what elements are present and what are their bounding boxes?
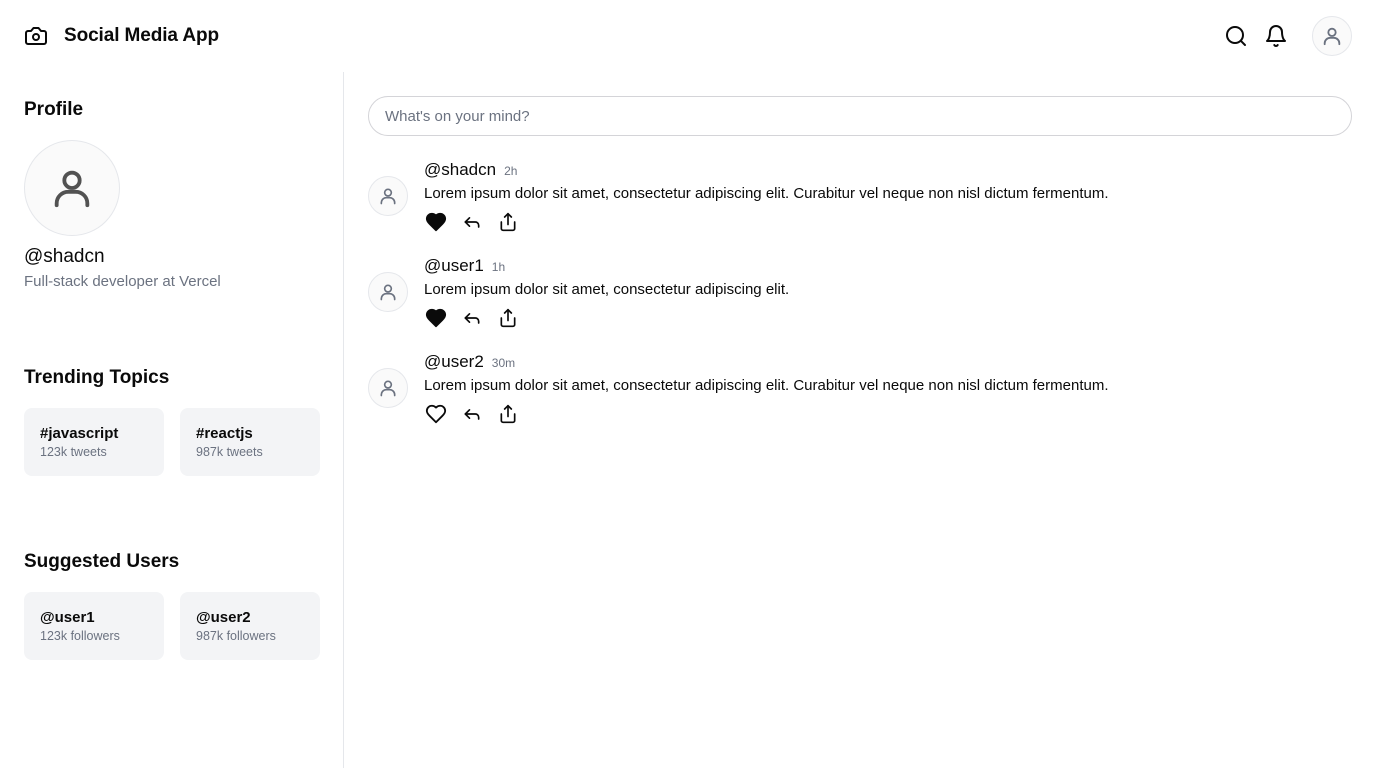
reply-icon[interactable] xyxy=(460,306,484,330)
post-handle[interactable]: @user1 xyxy=(424,256,484,276)
share-icon[interactable] xyxy=(496,402,520,426)
main-feed: @shadcn 2h Lorem ipsum dolor sit amet, c… xyxy=(344,72,1376,768)
post-text: Lorem ipsum dolor sit amet, consectetur … xyxy=(424,377,1109,394)
post-header: @shadcn 2h xyxy=(424,160,1109,184)
post-time: 2h xyxy=(504,164,518,178)
post-handle[interactable]: @user2 xyxy=(424,352,484,372)
share-icon[interactable] xyxy=(496,306,520,330)
user-icon xyxy=(54,170,90,208)
trending-topic-card[interactable]: #reactjs 987k tweets xyxy=(180,408,320,476)
trending-tag: #reactjs xyxy=(196,425,253,442)
post-handle[interactable]: @shadcn xyxy=(424,160,496,180)
sidebar: Profile @shadcn Full-stack developer at … xyxy=(0,72,344,768)
post-header: @user1 1h xyxy=(424,256,789,280)
suggested-user-handle: @user2 xyxy=(196,609,251,626)
header-actions xyxy=(1224,16,1352,56)
share-icon[interactable] xyxy=(496,210,520,234)
suggested-user-followers: 123k followers xyxy=(40,629,120,643)
suggested-heading: Suggested Users xyxy=(24,551,180,572)
suggested-user-followers: 987k followers xyxy=(196,629,276,643)
user-icon xyxy=(380,188,396,205)
profile-heading: Profile xyxy=(24,99,84,120)
post-body: @user1 1h Lorem ipsum dolor sit amet, co… xyxy=(424,256,789,352)
user-icon xyxy=(380,284,396,301)
post-text: Lorem ipsum dolor sit amet, consectetur … xyxy=(424,185,1109,202)
post-body: @user2 30m Lorem ipsum dolor sit amet, c… xyxy=(424,352,1109,448)
post-header: @user2 30m xyxy=(424,352,1109,376)
user-avatar-icon xyxy=(1323,27,1341,46)
post-actions xyxy=(424,306,789,330)
post-item: @user1 1h Lorem ipsum dolor sit amet, co… xyxy=(368,256,1352,352)
post-actions xyxy=(424,210,1109,234)
post-avatar[interactable] xyxy=(368,176,408,216)
post-item: @shadcn 2h Lorem ipsum dolor sit amet, c… xyxy=(368,160,1352,256)
trending-list: #javascript 123k tweets #reactjs 987k tw… xyxy=(24,408,320,476)
app-title: Social Media App xyxy=(64,25,220,46)
trending-topic-card[interactable]: #javascript 123k tweets xyxy=(24,408,164,476)
trending-count: 987k tweets xyxy=(196,445,263,459)
trending-count: 123k tweets xyxy=(40,445,107,459)
reply-icon[interactable] xyxy=(460,402,484,426)
search-icon[interactable] xyxy=(1224,24,1248,48)
post-body: @shadcn 2h Lorem ipsum dolor sit amet, c… xyxy=(424,160,1109,256)
brand[interactable]: Social Media App xyxy=(24,24,219,48)
suggested-user-handle: @user1 xyxy=(40,609,95,626)
reply-icon[interactable] xyxy=(460,210,484,234)
post-list: @shadcn 2h Lorem ipsum dolor sit amet, c… xyxy=(368,160,1352,448)
post-text: Lorem ipsum dolor sit amet, consectetur … xyxy=(424,281,790,298)
profile-avatar[interactable] xyxy=(24,140,120,236)
profile-bio: Full-stack developer at Vercel xyxy=(24,273,221,290)
suggested-user-card[interactable]: @user2 987k followers xyxy=(180,592,320,660)
bell-icon[interactable] xyxy=(1264,24,1288,48)
user-avatar-button[interactable] xyxy=(1312,16,1352,56)
post-avatar[interactable] xyxy=(368,368,408,408)
post-item: @user2 30m Lorem ipsum dolor sit amet, c… xyxy=(368,352,1352,448)
trending-tag: #javascript xyxy=(40,425,119,442)
heart-icon[interactable] xyxy=(424,210,448,234)
suggested-user-card[interactable]: @user1 123k followers xyxy=(24,592,164,660)
post-time: 30m xyxy=(491,356,516,370)
heart-outline-icon[interactable] xyxy=(424,402,448,426)
heart-icon[interactable] xyxy=(424,306,448,330)
suggested-users-list: @user1 123k followers @user2 987k follow… xyxy=(24,592,320,660)
camera-icon xyxy=(24,24,48,48)
trending-heading: Trending Topics xyxy=(24,367,170,388)
post-avatar[interactable] xyxy=(368,272,408,312)
post-composer-input[interactable] xyxy=(368,96,1352,136)
post-time: 1h xyxy=(491,260,506,274)
user-icon xyxy=(380,380,396,397)
profile-handle: @shadcn xyxy=(24,246,105,267)
top-bar: Social Media App xyxy=(0,0,1376,72)
post-actions xyxy=(424,402,1109,426)
